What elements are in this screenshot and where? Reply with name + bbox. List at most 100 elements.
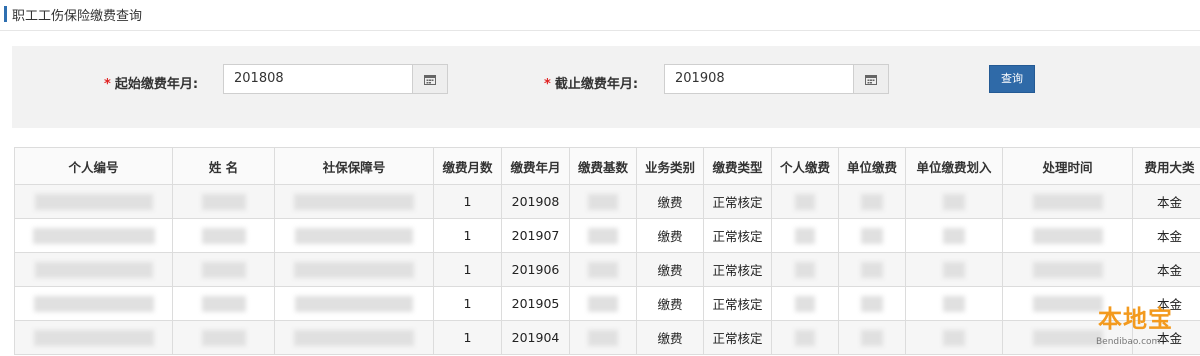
cell-personal-id-redacted — [14, 218, 173, 253]
cell-base-redacted — [569, 252, 637, 287]
col-header-social-security-no: 社保保障号 — [274, 147, 434, 185]
cell-base-redacted — [569, 218, 637, 253]
cell-months: 1 — [433, 320, 502, 355]
cell-personal-id-redacted — [14, 184, 173, 219]
cell-year-month: 201908 — [501, 184, 570, 219]
col-header-business-type: 业务类别 — [636, 147, 704, 185]
cell-unit-transfer-redacted — [905, 252, 1003, 287]
cell-unit-payment-redacted — [838, 320, 906, 355]
cell-payment-type: 正常核定 — [703, 286, 772, 321]
cell-year-month: 201906 — [501, 252, 570, 287]
cell-business-type: 缴费 — [636, 184, 704, 219]
cell-months: 1 — [433, 286, 502, 321]
col-header-processed-time: 处理时间 — [1002, 147, 1133, 185]
cell-name-redacted — [172, 286, 275, 321]
cell-business-type: 缴费 — [636, 218, 704, 253]
table-row: 1 201904 缴费 正常核定 本金 — [14, 320, 1200, 355]
cell-business-type: 缴费 — [636, 286, 704, 321]
col-header-year-month: 缴费年月 — [501, 147, 570, 185]
page-title: 职工工伤保险缴费查询 — [12, 9, 143, 24]
start-month-input[interactable]: 201808 — [223, 64, 413, 94]
col-header-unit-transfer: 单位缴费划入 — [905, 147, 1003, 185]
search-panel: * 起始缴费年月: 201808 * 截止缴费年月: 201908 查询 — [12, 46, 1200, 128]
cell-payment-type: 正常核定 — [703, 320, 772, 355]
start-month-label-text: 起始缴费年月: — [114, 77, 199, 92]
cell-payment-type: 正常核定 — [703, 184, 772, 219]
cell-ss-no-redacted — [274, 252, 434, 287]
cell-ss-no-redacted — [274, 320, 434, 355]
cell-processed-time-redacted — [1002, 184, 1133, 219]
query-button[interactable]: 查询 — [989, 65, 1035, 93]
table-row: 1 201906 缴费 正常核定 本金 — [14, 252, 1200, 287]
col-header-personal-id: 个人编号 — [14, 147, 173, 185]
cell-business-type: 缴费 — [636, 252, 704, 287]
cell-personal-payment-redacted — [771, 218, 839, 253]
table-row: 1 201907 缴费 正常核定 本金 — [14, 218, 1200, 253]
title-accent-bar — [4, 6, 7, 22]
table-row: 1 201908 缴费 正常核定 本金 — [14, 184, 1200, 219]
start-month-label: * 起始缴费年月: — [104, 73, 198, 92]
cell-personal-id-redacted — [14, 286, 173, 321]
cell-name-redacted — [172, 252, 275, 287]
cell-unit-transfer-redacted — [905, 320, 1003, 355]
table-header-row: 个人编号 姓 名 社保保障号 缴费月数 缴费年月 缴费基数 业务类别 缴费类型 … — [14, 147, 1200, 185]
cell-personal-id-redacted — [14, 252, 173, 287]
cell-months: 1 — [433, 252, 502, 287]
calendar-icon — [865, 74, 877, 85]
table-row: 1 201905 缴费 正常核定 本金 — [14, 286, 1200, 321]
col-header-name: 姓 名 — [172, 147, 275, 185]
cell-base-redacted — [569, 320, 637, 355]
cell-personal-payment-redacted — [771, 184, 839, 219]
payment-table: 个人编号 姓 名 社保保障号 缴费月数 缴费年月 缴费基数 业务类别 缴费类型 … — [14, 147, 1200, 355]
col-header-months: 缴费月数 — [433, 147, 502, 185]
page-header: 职工工伤保险缴费查询 — [0, 0, 1200, 31]
cell-personal-id-redacted — [14, 320, 173, 355]
cell-year-month: 201905 — [501, 286, 570, 321]
cell-ss-no-redacted — [274, 286, 434, 321]
cell-base-redacted — [569, 286, 637, 321]
cell-unit-payment-redacted — [838, 286, 906, 321]
cell-fee-category: 本金 — [1132, 218, 1200, 253]
end-month-input[interactable]: 201908 — [664, 64, 854, 94]
cell-processed-time-redacted — [1002, 218, 1133, 253]
cell-fee-category: 本金 — [1132, 184, 1200, 219]
cell-unit-payment-redacted — [838, 218, 906, 253]
required-mark: * — [544, 77, 551, 92]
col-header-personal-payment: 个人缴费 — [771, 147, 839, 185]
required-mark: * — [104, 77, 111, 92]
cell-ss-no-redacted — [274, 218, 434, 253]
cell-unit-transfer-redacted — [905, 286, 1003, 321]
watermark-text: 本地宝 — [1098, 305, 1173, 333]
cell-fee-category: 本金 — [1132, 252, 1200, 287]
cell-business-type: 缴费 — [636, 320, 704, 355]
cell-ss-no-redacted — [274, 184, 434, 219]
cell-name-redacted — [172, 320, 275, 355]
col-header-unit-payment: 单位缴费 — [838, 147, 906, 185]
watermark-url: Bendibao.com — [1096, 337, 1161, 347]
cell-year-month: 201904 — [501, 320, 570, 355]
cell-months: 1 — [433, 184, 502, 219]
cell-payment-type: 正常核定 — [703, 218, 772, 253]
calendar-icon — [424, 74, 436, 85]
cell-months: 1 — [433, 218, 502, 253]
cell-personal-payment-redacted — [771, 320, 839, 355]
col-header-base: 缴费基数 — [569, 147, 637, 185]
watermark-logo: 本地宝 Bendibao.com — [1090, 295, 1200, 356]
end-calendar-button[interactable] — [854, 64, 889, 94]
cell-year-month: 201907 — [501, 218, 570, 253]
cell-payment-type: 正常核定 — [703, 252, 772, 287]
cell-unit-transfer-redacted — [905, 218, 1003, 253]
end-month-label: * 截止缴费年月: — [544, 73, 638, 92]
cell-unit-payment-redacted — [838, 184, 906, 219]
cell-unit-payment-redacted — [838, 252, 906, 287]
col-header-fee-category: 费用大类 — [1132, 147, 1200, 185]
cell-name-redacted — [172, 218, 275, 253]
start-calendar-button[interactable] — [413, 64, 448, 94]
end-month-label-text: 截止缴费年月: — [554, 77, 639, 92]
cell-base-redacted — [569, 184, 637, 219]
cell-name-redacted — [172, 184, 275, 219]
cell-personal-payment-redacted — [771, 286, 839, 321]
cell-processed-time-redacted — [1002, 252, 1133, 287]
cell-unit-transfer-redacted — [905, 184, 1003, 219]
cell-personal-payment-redacted — [771, 252, 839, 287]
